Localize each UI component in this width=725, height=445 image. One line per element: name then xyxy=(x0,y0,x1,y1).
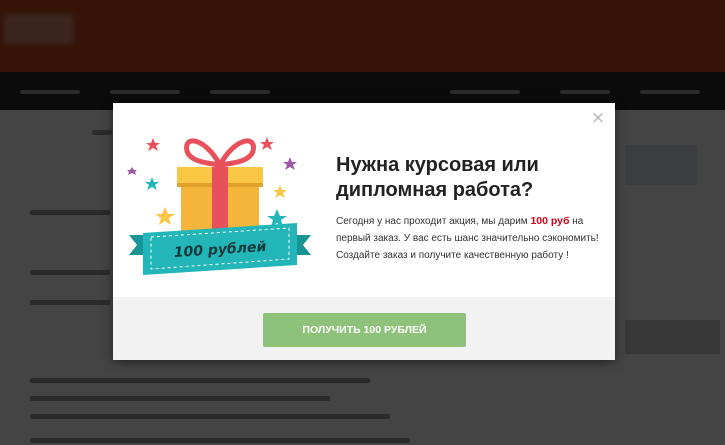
get-bonus-button[interactable]: ПОЛУЧИТЬ 100 РУБЛЕЙ xyxy=(263,313,466,347)
star-icon xyxy=(127,167,137,175)
star-icon xyxy=(146,138,160,151)
star-icon xyxy=(273,185,287,198)
promo-modal: × 100 рублей Нужна курсовая или дипломна… xyxy=(113,103,615,360)
description-text-start: Сегодня у нас проходит акция, мы дарим xyxy=(336,216,531,227)
star-icon xyxy=(283,157,297,170)
gift-icon: 100 рублей xyxy=(127,137,311,275)
star-icon xyxy=(145,177,159,190)
modal-description: Сегодня у нас проходит акция, мы дарим 1… xyxy=(336,213,608,264)
star-icon xyxy=(155,207,175,225)
close-icon[interactable]: × xyxy=(590,109,606,127)
modal-title: Нужна курсовая или дипломная работа? xyxy=(336,154,539,201)
bonus-amount: 100 руб xyxy=(530,215,570,227)
modal-footer: ПОЛУЧИТЬ 100 РУБЛЕЙ xyxy=(113,297,615,360)
star-icon xyxy=(260,137,274,150)
